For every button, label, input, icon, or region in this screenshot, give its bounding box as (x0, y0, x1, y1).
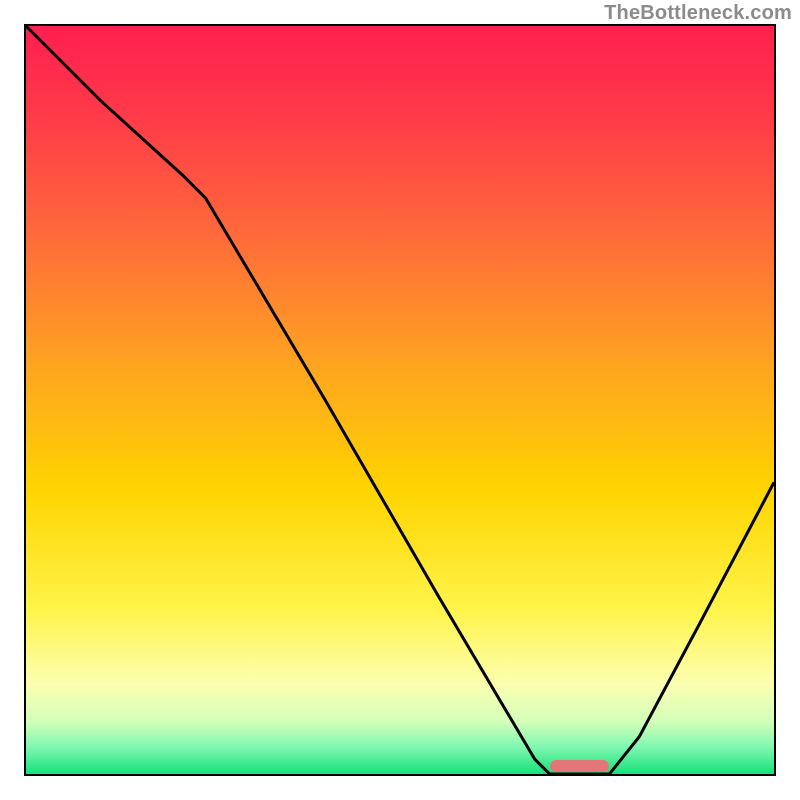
chart-frame: TheBottleneck.com (0, 0, 800, 800)
optimal-range-marker (550, 760, 610, 772)
watermark-text: TheBottleneck.com (604, 2, 792, 25)
plot-area (24, 24, 776, 776)
background-gradient (26, 26, 774, 774)
